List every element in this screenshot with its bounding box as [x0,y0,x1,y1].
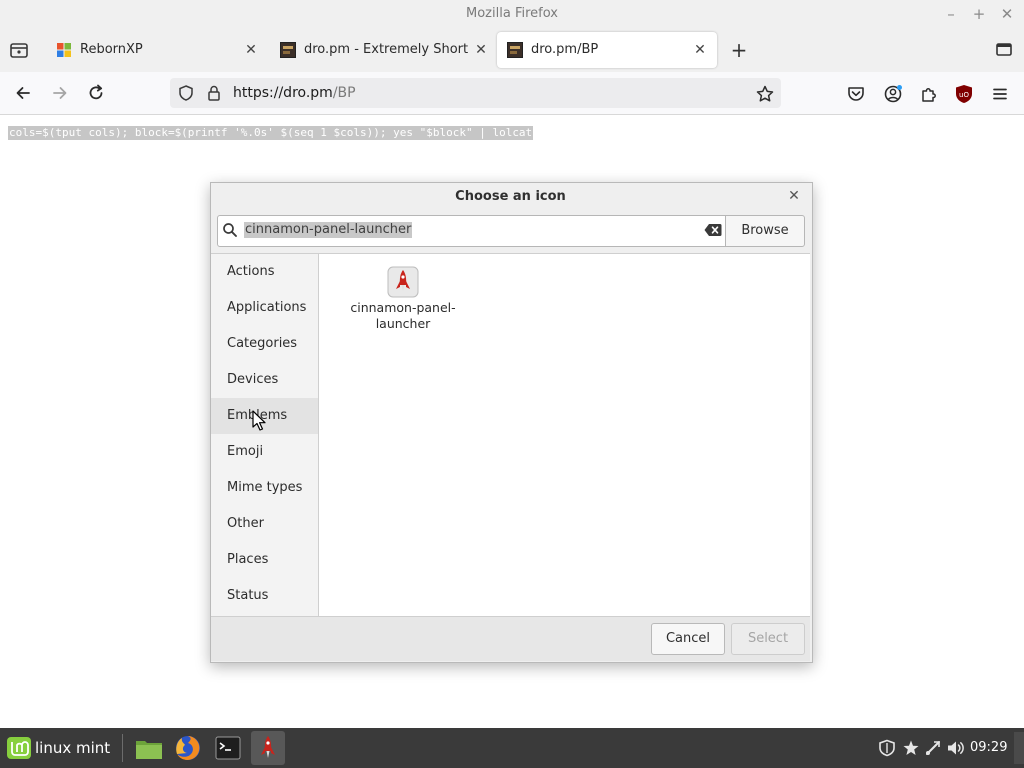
new-tab-icon[interactable]: + [728,39,750,61]
minimize-icon[interactable]: – [941,4,961,24]
dropm-favicon [280,42,296,58]
category-devices[interactable]: Devices [211,362,318,398]
category-mime-types[interactable]: Mime types [211,470,318,506]
dropm-favicon [507,42,523,58]
category-places[interactable]: Places [211,542,318,578]
svg-text:uO: uO [959,91,969,99]
ublock-origin-icon[interactable]: uO [955,84,973,104]
tray-volume-icon[interactable] [946,739,966,757]
url-text[interactable]: https://dro.pm/BP [233,78,356,108]
clear-search-icon[interactable] [704,223,722,237]
select-button[interactable]: Select [731,623,805,655]
tray-shield-icon[interactable] [878,739,896,757]
tracking-protection-shield-icon[interactable] [177,84,195,102]
tab-label: dro.pm - Extremely Short Li [304,42,470,57]
dialog-close-icon[interactable]: ✕ [786,188,802,204]
category-categories[interactable]: Categories [211,326,318,362]
category-other[interactable]: Other [211,506,318,542]
taskbar-launcher-dialog-icon[interactable] [251,731,285,765]
reload-icon[interactable] [86,83,106,103]
close-tab-icon[interactable]: ✕ [691,41,709,59]
forward-icon[interactable] [50,83,70,103]
category-applications[interactable]: Applications [211,290,318,326]
app-menu-hamburger-icon[interactable] [990,84,1010,104]
close-tab-icon[interactable]: ✕ [242,41,260,59]
browse-button[interactable]: Browse [725,215,805,247]
mouse-pointer-icon [252,410,268,432]
icon-result-label[interactable]: cinnamon-panel- launcher [347,300,459,332]
bookmark-star-icon[interactable] [755,84,775,104]
tab-label: RebornXP [80,42,143,57]
icon-label-line-1: cinnamon-panel- [350,300,456,315]
search-icon [222,222,238,238]
url-host: https://dro.pm [233,85,333,101]
category-list: Actions Applications Categories Devices … [211,253,319,616]
tab-dropm-bp[interactable]: dro.pm/BP ✕ [497,32,717,68]
search-input-value[interactable]: cinnamon-panel-launcher [244,222,413,238]
taskbar-separator [122,734,123,762]
icon-label-line-2: launcher [375,316,431,331]
maximize-icon[interactable]: + [969,4,989,24]
cancel-button[interactable]: Cancel [651,623,725,655]
tray-network-icon[interactable] [924,739,942,757]
category-status[interactable]: Status [211,578,318,614]
extensions-puzzle-icon[interactable] [919,84,939,104]
lock-icon[interactable] [205,84,223,102]
tab-dropm-home[interactable]: dro.pm - Extremely Short Li ✕ [270,32,494,68]
category-emoji[interactable]: Emoji [211,434,318,470]
clock[interactable]: 09:29 [970,738,1007,758]
cinnamon-panel-launcher-rocket-icon[interactable] [387,266,419,298]
linux-mint-logo-icon [6,736,32,760]
category-actions[interactable]: Actions [211,254,318,290]
taskbar-file-manager-icon[interactable] [132,731,166,765]
taskbar-firefox-icon[interactable] [171,731,205,765]
start-menu-label: linux mint [35,739,111,757]
close-tab-icon[interactable]: ✕ [472,41,490,59]
windows-xp-favicon [56,42,72,58]
pocket-icon[interactable] [846,84,866,104]
close-icon[interactable]: ✕ [997,4,1017,24]
window-title: Mozilla Firefox [466,6,558,21]
taskbar-terminal-icon[interactable] [211,731,245,765]
url-path: /BP [332,85,356,101]
show-desktop-button[interactable] [1014,732,1024,764]
dialog-title: Choose an icon [455,189,566,204]
account-icon[interactable] [882,83,904,105]
command-text: cols=$(tput cols); block=$(printf '%.0s'… [8,126,534,140]
tab-rebornxp[interactable]: RebornXP ✕ [46,32,268,68]
tray-star-icon[interactable] [902,739,920,757]
tab-list-icon[interactable] [994,40,1014,60]
back-icon[interactable] [13,83,33,103]
firefox-view-icon[interactable] [8,39,30,61]
tab-label: dro.pm/BP [531,42,599,57]
